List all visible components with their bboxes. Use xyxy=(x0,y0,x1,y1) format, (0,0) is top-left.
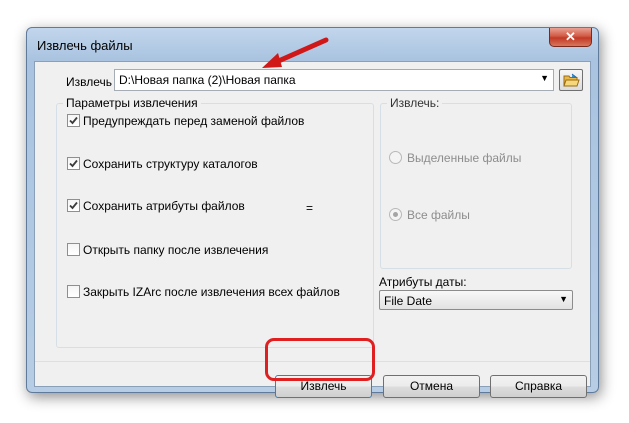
dialog-title: Извлечь файлы xyxy=(37,38,133,53)
option-label: Сохранить структуру каталогов xyxy=(83,157,258,171)
checkbox-keep-folder-structure[interactable] xyxy=(67,157,80,170)
close-button[interactable]: ✕ xyxy=(549,28,592,47)
checkbox-keep-file-attributes[interactable] xyxy=(67,199,80,212)
chevron-down-icon[interactable]: ▼ xyxy=(559,294,568,304)
checkbox-open-folder-after[interactable] xyxy=(67,243,80,256)
checkmark-icon xyxy=(69,116,78,125)
radio-label: Все файлы xyxy=(407,208,470,222)
option-keep-folder-structure[interactable]: Сохранить структуру каталогов xyxy=(67,157,258,173)
date-attributes-label: Атрибуты даты: xyxy=(379,275,467,289)
option-keep-file-attributes[interactable]: Сохранить атрибуты файлов xyxy=(67,199,245,215)
radio-all-files: Все файлы xyxy=(389,208,470,222)
option-warn-replace[interactable]: Предупреждать перед заменой файлов xyxy=(67,114,304,130)
extract-path-combo[interactable]: D:\Новая папка (2)\Новая папка ▼ xyxy=(114,69,554,91)
extract-button-highlight xyxy=(265,338,375,381)
extraction-parameters-title: Параметры извлечения xyxy=(63,96,201,110)
extract-path-value: D:\Новая папка (2)\Новая папка xyxy=(119,73,296,87)
cancel-button[interactable]: Отмена xyxy=(383,375,480,398)
radio-label: Выделенные файлы xyxy=(407,151,522,165)
radio-selected-files: Выделенные файлы xyxy=(389,151,521,165)
option-open-folder-after[interactable]: Открыть папку после извлечения xyxy=(67,243,268,259)
date-attributes-value: File Date xyxy=(384,294,433,308)
radio-button xyxy=(389,208,402,221)
checkbox-warn-replace[interactable] xyxy=(67,114,80,127)
extraction-parameters-group: Параметры извлечения Предупреждать перед… xyxy=(56,96,374,348)
option-label: Предупреждать перед заменой файлов xyxy=(83,114,305,128)
pointer-arrow-icon xyxy=(262,37,329,68)
option-close-after-extract[interactable]: Закрыть IZArc после извлечения всех файл… xyxy=(67,285,340,301)
date-attributes-select[interactable]: File Date ▼ xyxy=(379,290,573,310)
chevron-down-icon[interactable]: ▼ xyxy=(540,73,549,83)
open-folder-icon xyxy=(563,73,580,87)
checkmark-icon xyxy=(69,159,78,168)
equals-mark: = xyxy=(306,201,314,215)
browse-folder-button[interactable] xyxy=(559,69,583,91)
option-label: Закрыть IZArc после извлечения всех файл… xyxy=(83,285,340,299)
option-label: Открыть папку после извлечения xyxy=(83,243,269,257)
checkbox-close-after-extract[interactable] xyxy=(67,285,80,298)
extract-scope-group: Извлечь: Выделенные файлы Все файлы xyxy=(380,96,572,269)
option-label: Сохранить атрибуты файлов xyxy=(83,199,245,213)
checkmark-icon xyxy=(69,201,78,210)
radio-button xyxy=(389,151,402,164)
extract-scope-title: Извлечь: xyxy=(387,96,443,110)
close-icon: ✕ xyxy=(565,29,576,44)
help-button[interactable]: Справка xyxy=(490,375,587,398)
